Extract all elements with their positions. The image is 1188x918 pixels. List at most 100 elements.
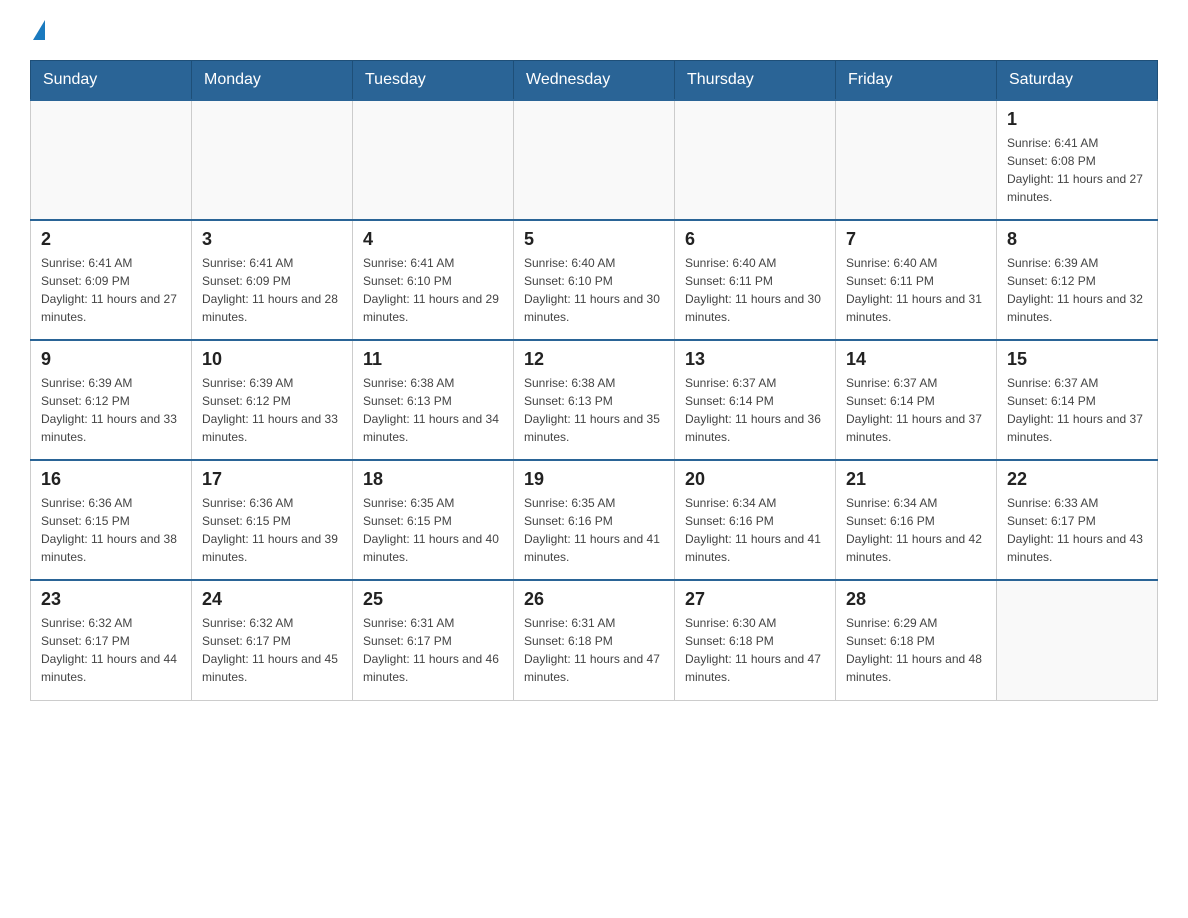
day-number: 10 bbox=[202, 349, 342, 370]
day-number: 6 bbox=[685, 229, 825, 250]
calendar-week-row: 2 Sunrise: 6:41 AMSunset: 6:09 PMDaylight… bbox=[31, 220, 1158, 340]
day-info: Sunrise: 6:39 AMSunset: 6:12 PMDaylight:… bbox=[41, 374, 181, 446]
calendar-cell: 23 Sunrise: 6:32 AMSunset: 6:17 PMDayligh… bbox=[31, 580, 192, 700]
day-number: 13 bbox=[685, 349, 825, 370]
calendar-cell: 28 Sunrise: 6:29 AMSunset: 6:18 PMDayligh… bbox=[836, 580, 997, 700]
calendar-cell bbox=[997, 580, 1158, 700]
day-number: 2 bbox=[41, 229, 181, 250]
calendar-cell: 13 Sunrise: 6:37 AMSunset: 6:14 PMDayligh… bbox=[675, 340, 836, 460]
calendar-week-row: 16Sunrise: 6:36 AMSunset: 6:15 PMDayligh… bbox=[31, 460, 1158, 580]
weekday-header-friday: Friday bbox=[836, 61, 997, 101]
day-number: 17 bbox=[202, 469, 342, 490]
day-number: 8 bbox=[1007, 229, 1147, 250]
calendar-cell: 24 Sunrise: 6:32 AMSunset: 6:17 PMDayligh… bbox=[192, 580, 353, 700]
day-number: 25 bbox=[363, 589, 503, 610]
calendar-week-row: 23 Sunrise: 6:32 AMSunset: 6:17 PMDayligh… bbox=[31, 580, 1158, 700]
day-number: 24 bbox=[202, 589, 342, 610]
weekday-header-tuesday: Tuesday bbox=[353, 61, 514, 101]
logo bbox=[30, 20, 45, 40]
calendar-cell bbox=[192, 100, 353, 220]
calendar-cell: 18 Sunrise: 6:35 AMSunset: 6:15 PMDayligh… bbox=[353, 460, 514, 580]
day-info: Sunrise: 6:35 AMSunset: 6:16 PMDaylight:… bbox=[524, 494, 664, 566]
day-info: Sunrise: 6:40 AMSunset: 6:11 PMDaylight:… bbox=[846, 254, 986, 326]
day-info: Sunrise: 6:39 AMSunset: 6:12 PMDaylight:… bbox=[1007, 254, 1147, 326]
day-info: Sunrise: 6:39 AMSunset: 6:12 PMDaylight:… bbox=[202, 374, 342, 446]
day-info: Sunrise: 6:36 AMSunset: 6:15 PMDaylight:… bbox=[41, 494, 181, 566]
day-info: Sunrise: 6:40 AMSunset: 6:10 PMDaylight:… bbox=[524, 254, 664, 326]
weekday-header-saturday: Saturday bbox=[997, 61, 1158, 101]
day-info: Sunrise: 6:34 AMSunset: 6:16 PMDaylight:… bbox=[685, 494, 825, 566]
day-info: Sunrise: 6:36 AMSunset: 6:15 PMDaylight:… bbox=[202, 494, 342, 566]
day-number: 12 bbox=[524, 349, 664, 370]
weekday-header-wednesday: Wednesday bbox=[514, 61, 675, 101]
day-number: 7 bbox=[846, 229, 986, 250]
calendar-cell bbox=[836, 100, 997, 220]
calendar-table: SundayMondayTuesdayWednesdayThursdayFrid… bbox=[30, 60, 1158, 701]
calendar-cell: 5 Sunrise: 6:40 AMSunset: 6:10 PMDaylight… bbox=[514, 220, 675, 340]
calendar-cell: 16Sunrise: 6:36 AMSunset: 6:15 PMDayligh… bbox=[31, 460, 192, 580]
calendar-cell: 9 Sunrise: 6:39 AMSunset: 6:12 PMDaylight… bbox=[31, 340, 192, 460]
calendar-cell: 3 Sunrise: 6:41 AMSunset: 6:09 PMDaylight… bbox=[192, 220, 353, 340]
day-info: Sunrise: 6:38 AMSunset: 6:13 PMDaylight:… bbox=[363, 374, 503, 446]
calendar-cell: 22Sunrise: 6:33 AMSunset: 6:17 PMDayligh… bbox=[997, 460, 1158, 580]
calendar-cell: 12Sunrise: 6:38 AMSunset: 6:13 PMDayligh… bbox=[514, 340, 675, 460]
day-number: 15 bbox=[1007, 349, 1147, 370]
day-number: 3 bbox=[202, 229, 342, 250]
day-info: Sunrise: 6:33 AMSunset: 6:17 PMDaylight:… bbox=[1007, 494, 1147, 566]
day-info: Sunrise: 6:40 AMSunset: 6:11 PMDaylight:… bbox=[685, 254, 825, 326]
day-info: Sunrise: 6:29 AMSunset: 6:18 PMDaylight:… bbox=[846, 614, 986, 686]
day-number: 26 bbox=[524, 589, 664, 610]
day-number: 5 bbox=[524, 229, 664, 250]
day-number: 4 bbox=[363, 229, 503, 250]
day-info: Sunrise: 6:41 AMSunset: 6:09 PMDaylight:… bbox=[202, 254, 342, 326]
calendar-cell: 25 Sunrise: 6:31 AMSunset: 6:17 PMDayligh… bbox=[353, 580, 514, 700]
weekday-header-sunday: Sunday bbox=[31, 61, 192, 101]
day-number: 14 bbox=[846, 349, 986, 370]
calendar-cell: 1Sunrise: 6:41 AMSunset: 6:08 PMDaylight… bbox=[997, 100, 1158, 220]
day-number: 28 bbox=[846, 589, 986, 610]
day-info: Sunrise: 6:31 AMSunset: 6:17 PMDaylight:… bbox=[363, 614, 503, 686]
day-number: 9 bbox=[41, 349, 181, 370]
calendar-cell bbox=[675, 100, 836, 220]
day-info: Sunrise: 6:41 AMSunset: 6:09 PMDaylight:… bbox=[41, 254, 181, 326]
day-info: Sunrise: 6:34 AMSunset: 6:16 PMDaylight:… bbox=[846, 494, 986, 566]
day-number: 23 bbox=[41, 589, 181, 610]
day-number: 1 bbox=[1007, 109, 1147, 130]
calendar-cell: 15 Sunrise: 6:37 AMSunset: 6:14 PMDayligh… bbox=[997, 340, 1158, 460]
day-number: 21 bbox=[846, 469, 986, 490]
calendar-cell: 7 Sunrise: 6:40 AMSunset: 6:11 PMDaylight… bbox=[836, 220, 997, 340]
weekday-header-thursday: Thursday bbox=[675, 61, 836, 101]
calendar-cell: 19 Sunrise: 6:35 AMSunset: 6:16 PMDayligh… bbox=[514, 460, 675, 580]
day-info: Sunrise: 6:41 AMSunset: 6:10 PMDaylight:… bbox=[363, 254, 503, 326]
page-header bbox=[30, 20, 1158, 40]
day-info: Sunrise: 6:30 AMSunset: 6:18 PMDaylight:… bbox=[685, 614, 825, 686]
day-number: 19 bbox=[524, 469, 664, 490]
calendar-cell: 14 Sunrise: 6:37 AMSunset: 6:14 PMDayligh… bbox=[836, 340, 997, 460]
day-info: Sunrise: 6:32 AMSunset: 6:17 PMDaylight:… bbox=[202, 614, 342, 686]
calendar-cell: 2 Sunrise: 6:41 AMSunset: 6:09 PMDaylight… bbox=[31, 220, 192, 340]
calendar-cell: 20 Sunrise: 6:34 AMSunset: 6:16 PMDayligh… bbox=[675, 460, 836, 580]
calendar-cell: 8 Sunrise: 6:39 AMSunset: 6:12 PMDaylight… bbox=[997, 220, 1158, 340]
day-info: Sunrise: 6:35 AMSunset: 6:15 PMDaylight:… bbox=[363, 494, 503, 566]
day-info: Sunrise: 6:37 AMSunset: 6:14 PMDaylight:… bbox=[685, 374, 825, 446]
calendar-cell: 17 Sunrise: 6:36 AMSunset: 6:15 PMDayligh… bbox=[192, 460, 353, 580]
logo-triangle-icon bbox=[33, 20, 45, 40]
day-number: 11 bbox=[363, 349, 503, 370]
day-number: 20 bbox=[685, 469, 825, 490]
day-info: Sunrise: 6:32 AMSunset: 6:17 PMDaylight:… bbox=[41, 614, 181, 686]
day-info: Sunrise: 6:37 AMSunset: 6:14 PMDaylight:… bbox=[1007, 374, 1147, 446]
calendar-cell: 4 Sunrise: 6:41 AMSunset: 6:10 PMDaylight… bbox=[353, 220, 514, 340]
calendar-week-row: 9 Sunrise: 6:39 AMSunset: 6:12 PMDaylight… bbox=[31, 340, 1158, 460]
weekday-header-row: SundayMondayTuesdayWednesdayThursdayFrid… bbox=[31, 61, 1158, 101]
weekday-header-monday: Monday bbox=[192, 61, 353, 101]
calendar-cell: 21 Sunrise: 6:34 AMSunset: 6:16 PMDayligh… bbox=[836, 460, 997, 580]
calendar-week-row: 1Sunrise: 6:41 AMSunset: 6:08 PMDaylight… bbox=[31, 100, 1158, 220]
calendar-cell: 26 Sunrise: 6:31 AMSunset: 6:18 PMDayligh… bbox=[514, 580, 675, 700]
calendar-cell: 10 Sunrise: 6:39 AMSunset: 6:12 PMDayligh… bbox=[192, 340, 353, 460]
day-number: 18 bbox=[363, 469, 503, 490]
calendar-cell: 11 Sunrise: 6:38 AMSunset: 6:13 PMDayligh… bbox=[353, 340, 514, 460]
day-info: Sunrise: 6:37 AMSunset: 6:14 PMDaylight:… bbox=[846, 374, 986, 446]
calendar-cell: 27Sunrise: 6:30 AMSunset: 6:18 PMDayligh… bbox=[675, 580, 836, 700]
calendar-cell: 6 Sunrise: 6:40 AMSunset: 6:11 PMDaylight… bbox=[675, 220, 836, 340]
day-info: Sunrise: 6:31 AMSunset: 6:18 PMDaylight:… bbox=[524, 614, 664, 686]
